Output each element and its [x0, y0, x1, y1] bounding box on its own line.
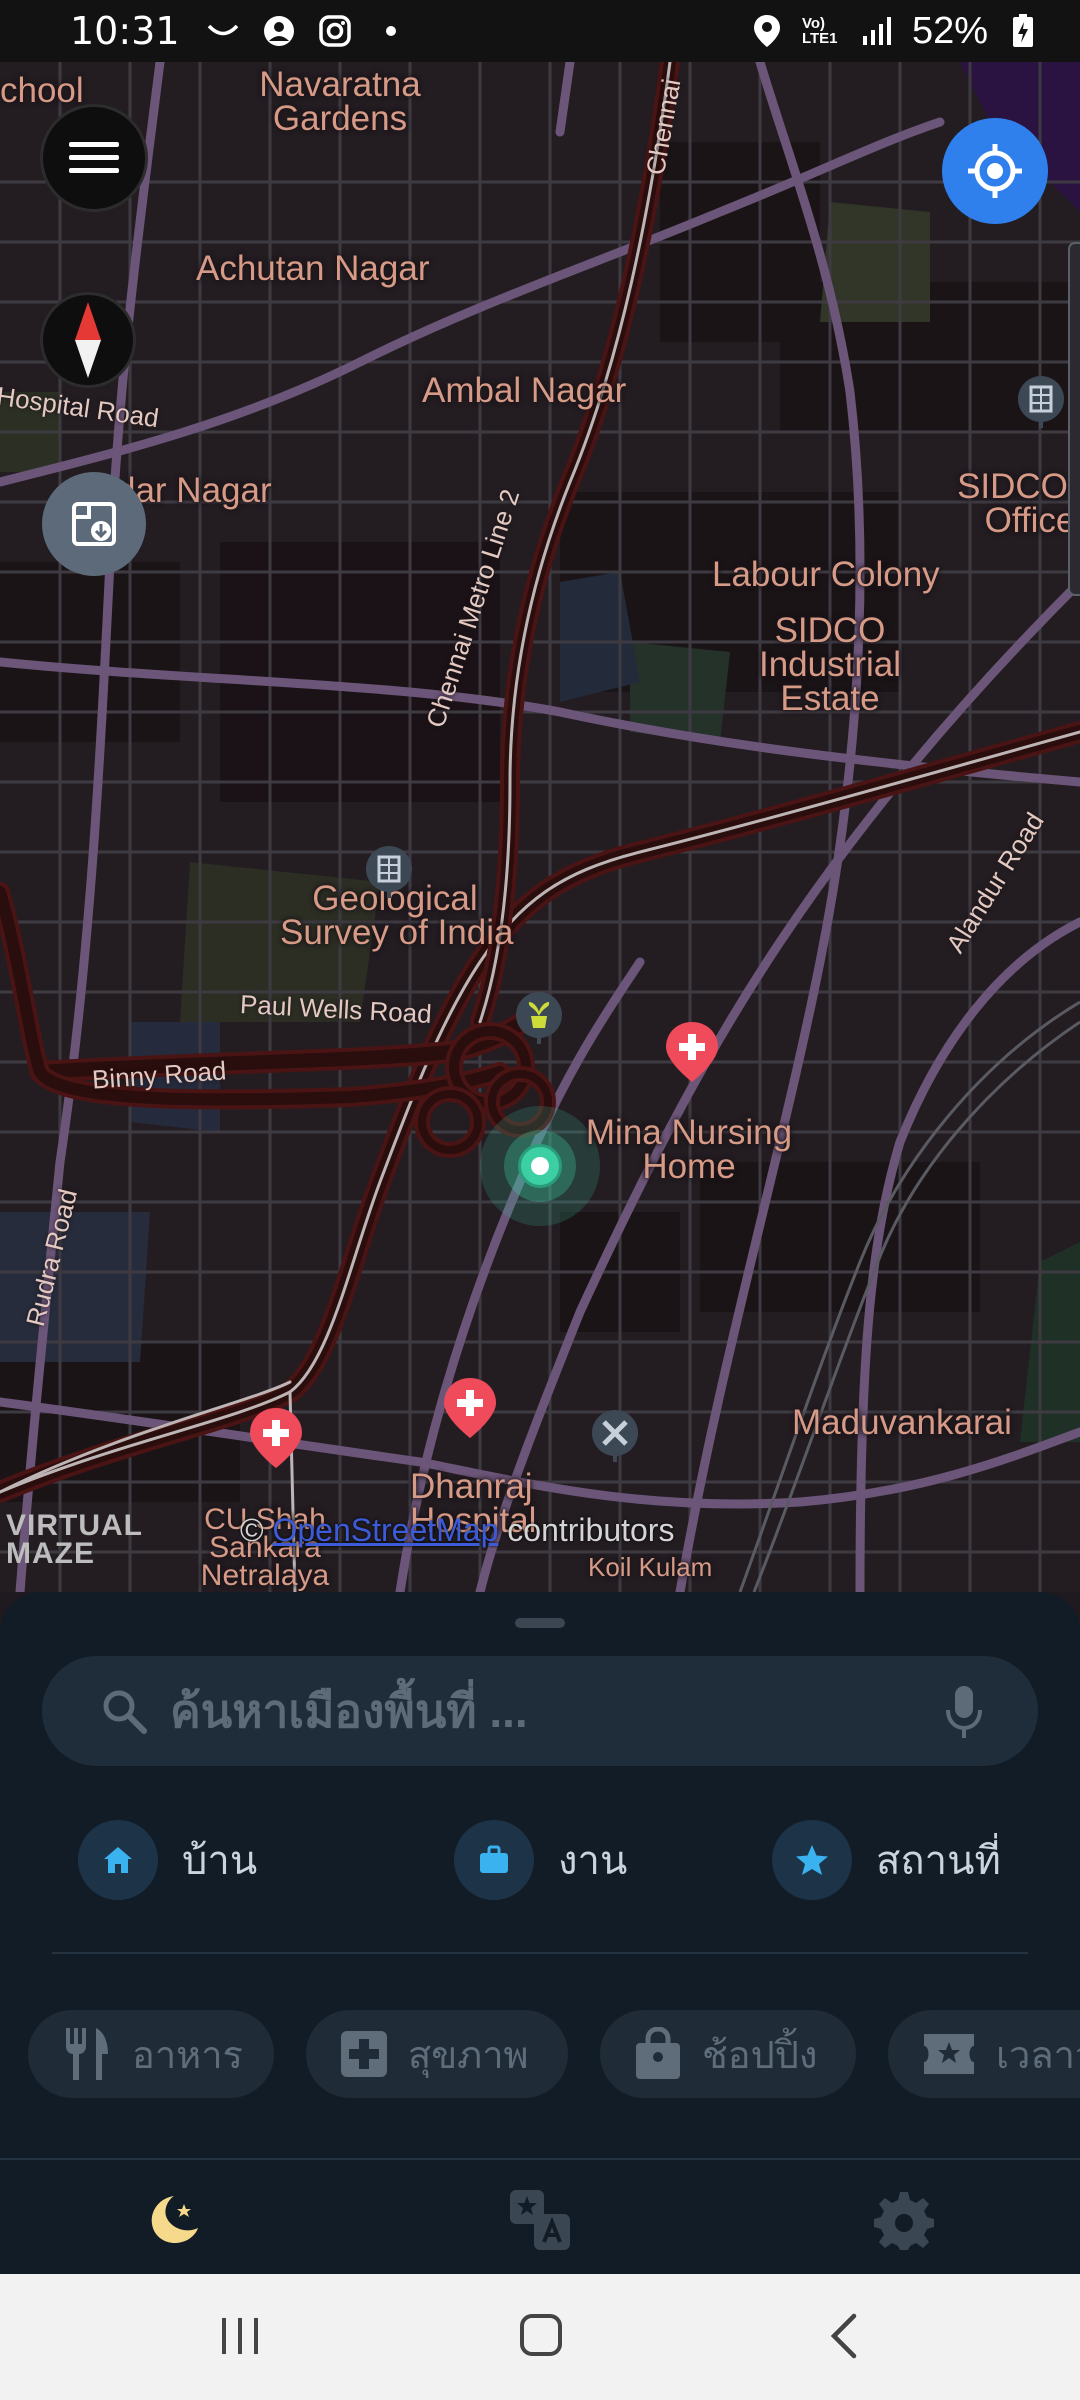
virtual-maze-logo: VIRTUAL MAZE [6, 1509, 143, 1570]
network-label: Vo) LTE1 [801, 15, 838, 47]
home-button[interactable] [518, 2312, 564, 2363]
search-bar[interactable]: ค้นหาเมืองพื้นที่ ... [42, 1656, 1038, 1766]
hospital-pin[interactable] [442, 1376, 498, 1440]
instagram-icon [318, 14, 352, 48]
chip-leisure[interactable]: เวลาว [888, 2010, 1080, 2098]
search-icon [100, 1687, 148, 1735]
tools-icon [592, 1410, 638, 1462]
map-edge-scroll-handle[interactable] [1068, 242, 1080, 596]
back-button[interactable] [826, 2312, 862, 2365]
place-label: Maduvankarai [792, 1403, 1012, 1442]
smile-icon [206, 14, 240, 48]
recent-apps-icon [222, 2318, 258, 2354]
translate-icon [510, 2190, 570, 2250]
location-icon [750, 14, 784, 48]
garden-pin[interactable] [514, 990, 564, 1046]
divider [52, 1952, 1028, 1954]
shortcut-label: งาน [558, 1839, 628, 1883]
hospital-icon [444, 1378, 496, 1438]
battery-charging-icon [1006, 14, 1040, 48]
offline-maps-button[interactable] [42, 472, 146, 576]
status-time: 10:31 [70, 9, 180, 53]
shortcut-work[interactable]: งาน [454, 1820, 627, 1900]
star-icon [772, 1820, 852, 1900]
translate-button[interactable] [508, 2188, 572, 2252]
chip-food[interactable]: อาหาร [28, 2010, 274, 2098]
category-chips: อาหาร สุขภาพ ช้อปปิ้ง เวลาว [0, 2010, 1080, 2102]
home-square-icon [520, 2314, 562, 2356]
chip-health[interactable]: สุขภาพ [306, 2010, 568, 2098]
place-label: SIDCO Industrial Estate [758, 611, 902, 718]
building-icon [366, 846, 412, 898]
settings-button[interactable] [872, 2188, 936, 2252]
craft-pin[interactable] [590, 1408, 640, 1464]
bottom-navigation [0, 2158, 1080, 2276]
chip-label: สุขภาพ [408, 2034, 529, 2077]
place-label: Labour Colony [712, 555, 940, 594]
system-navigation-bar [0, 2274, 1080, 2400]
chip-label: อาหาร [132, 2034, 243, 2077]
shortcut-label: บ้าน [182, 1839, 258, 1883]
shortcut-home[interactable]: บ้าน [78, 1820, 257, 1900]
chip-shopping[interactable]: ช้อปปิ้ง [600, 2010, 856, 2098]
current-location-dot [531, 1157, 549, 1175]
hamburger-icon [69, 142, 119, 173]
building-icon [1018, 376, 1064, 428]
briefcase-icon [454, 1820, 534, 1900]
sheet-drag-handle[interactable] [515, 1618, 565, 1628]
map-canvas [0, 62, 1080, 1592]
office-pin[interactable] [1016, 374, 1066, 430]
map-download-icon [72, 502, 116, 546]
moon-star-icon [151, 2196, 198, 2244]
place-label: Koil Kulam [588, 1552, 713, 1582]
shortcut-label: สถานที่ [876, 1839, 1001, 1883]
crosshair-icon [968, 144, 1022, 198]
hospital-icon [250, 1408, 302, 1468]
menu-button[interactable] [40, 104, 148, 212]
shortcut-places[interactable]: สถานที่ [772, 1820, 1001, 1900]
shopping-bag-icon [634, 2027, 682, 2081]
home-icon [78, 1820, 158, 1900]
place-label: Mina Nursing Home [585, 1113, 793, 1186]
office-pin[interactable] [364, 844, 414, 900]
battery-percent: 52% [911, 9, 988, 52]
hospital-icon [666, 1022, 718, 1082]
map-view[interactable]: Navaratna Gardens Achutan Nagar Ambal Na… [0, 62, 1080, 1592]
night-mode-button[interactable] [142, 2188, 206, 2252]
recent-apps-button[interactable] [218, 2314, 262, 2363]
place-label: SIDCO H Office [957, 467, 1080, 540]
place-label: chool [0, 71, 84, 110]
place-label: Navaratna Gardens [259, 65, 421, 138]
compass-button[interactable] [40, 292, 136, 388]
place-label: Achutan Nagar [196, 249, 430, 288]
medical-cross-icon [340, 2030, 388, 2078]
plant-icon [516, 992, 562, 1044]
search-input[interactable]: ค้นหาเมืองพื้นที่ ... [170, 1675, 528, 1748]
attribution-prefix: © [240, 1512, 273, 1548]
current-location-marker [518, 1144, 562, 1188]
gear-icon [874, 2192, 934, 2250]
chip-label: เวลาว [996, 2034, 1080, 2077]
fork-knife-icon [62, 2026, 112, 2082]
signal-icon [860, 14, 894, 48]
hospital-pin[interactable] [248, 1406, 304, 1470]
map-attribution: © OpenStreetMap contributors [240, 1512, 674, 1549]
back-chevron-icon [830, 2313, 857, 2359]
place-label: Ambal Nagar [422, 371, 627, 410]
chip-label: ช้อปปิ้ง [702, 2034, 818, 2077]
account-icon [262, 14, 296, 48]
ticket-icon [922, 2032, 976, 2076]
openstreetmap-link[interactable]: OpenStreetMap [272, 1512, 498, 1548]
my-location-button[interactable] [942, 118, 1048, 224]
microphone-icon[interactable] [944, 1684, 984, 1740]
dot-icon [374, 14, 408, 48]
attribution-suffix: contributors [498, 1512, 675, 1548]
compass-icon [75, 302, 101, 378]
hospital-pin[interactable] [664, 1020, 720, 1084]
status-bar: 10:31 Vo) LTE1 52% [0, 0, 1080, 62]
